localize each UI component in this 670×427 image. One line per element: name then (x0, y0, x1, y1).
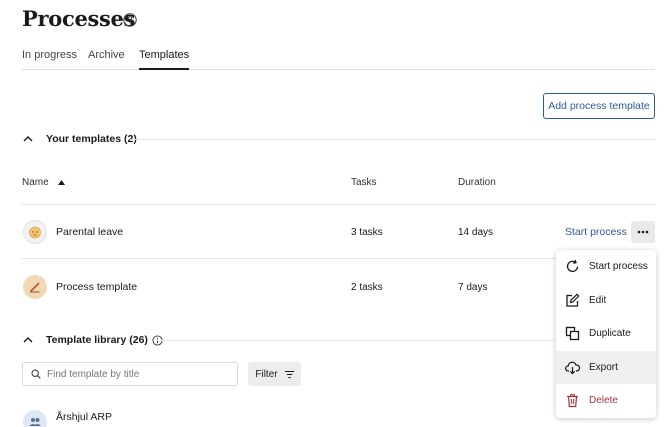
menu-item-label: Edit (589, 295, 607, 306)
template-context-menu: Start process Edit Duplicate Export Dele… (556, 250, 656, 418)
menu-item-label: Delete (589, 395, 618, 406)
menu-item-export[interactable]: Export (556, 351, 656, 384)
library-template-name[interactable]: Årshjul ARP (56, 411, 112, 423)
your-templates-header[interactable]: Your templates (2) (22, 133, 137, 145)
menu-item-duplicate[interactable]: Duplicate (556, 317, 656, 350)
baby-face-icon (23, 220, 47, 244)
tab-archive[interactable]: Archive (88, 49, 125, 70)
column-header-name[interactable]: Name (22, 177, 49, 188)
search-icon (31, 369, 41, 379)
add-process-template-button[interactable]: Add process template (543, 93, 655, 119)
start-process-link[interactable]: Start process (565, 226, 627, 238)
menu-item-label: Duplicate (589, 328, 631, 339)
trash-icon (567, 394, 578, 408)
chevron-up-icon (23, 337, 33, 343)
menu-item-edit[interactable]: Edit (556, 284, 656, 317)
column-header-duration: Duration (458, 177, 496, 188)
template-duration: 14 days (458, 227, 494, 238)
template-search[interactable] (22, 362, 238, 386)
more-options-button[interactable] (631, 221, 655, 243)
filter-label: Filter (255, 368, 278, 380)
page-title: Processes (22, 6, 136, 31)
pen-icon (23, 275, 47, 299)
chevron-up-icon (23, 136, 33, 142)
column-header-tasks: Tasks (351, 177, 377, 188)
export-icon (565, 361, 580, 375)
tab-in-progress[interactable]: In progress (22, 49, 77, 70)
edit-icon (566, 293, 580, 307)
section-divider (130, 139, 655, 140)
template-duration: 7 days (458, 282, 488, 293)
filter-button[interactable]: Filter (248, 362, 301, 386)
sort-ascending-icon[interactable] (58, 180, 65, 185)
menu-item-start-process[interactable]: Start process (556, 250, 656, 283)
menu-item-delete[interactable]: Delete (556, 384, 656, 417)
menu-item-label: Export (589, 362, 618, 373)
restart-icon (566, 259, 579, 273)
people-icon (23, 410, 47, 427)
menu-item-label: Start process (589, 261, 648, 272)
template-library-label: Template library (26) (46, 334, 148, 346)
tab-templates[interactable]: Templates (139, 49, 190, 70)
help-icon[interactable] (123, 13, 137, 27)
template-tasks: 3 tasks (351, 227, 383, 238)
ellipsis-icon (637, 230, 649, 234)
tab-bar: In progress Archive Templates (22, 48, 655, 70)
template-tasks: 2 tasks (351, 282, 383, 293)
section-divider (155, 340, 555, 341)
your-templates-label: Your templates (2) (46, 133, 137, 145)
template-name[interactable]: Parental leave (56, 226, 123, 238)
row-divider (22, 204, 655, 205)
duplicate-icon (565, 326, 580, 341)
template-name[interactable]: Process template (56, 281, 137, 293)
template-library-header[interactable]: Template library (26) (22, 334, 163, 346)
filter-icon (284, 370, 294, 378)
search-input[interactable] (47, 368, 227, 380)
